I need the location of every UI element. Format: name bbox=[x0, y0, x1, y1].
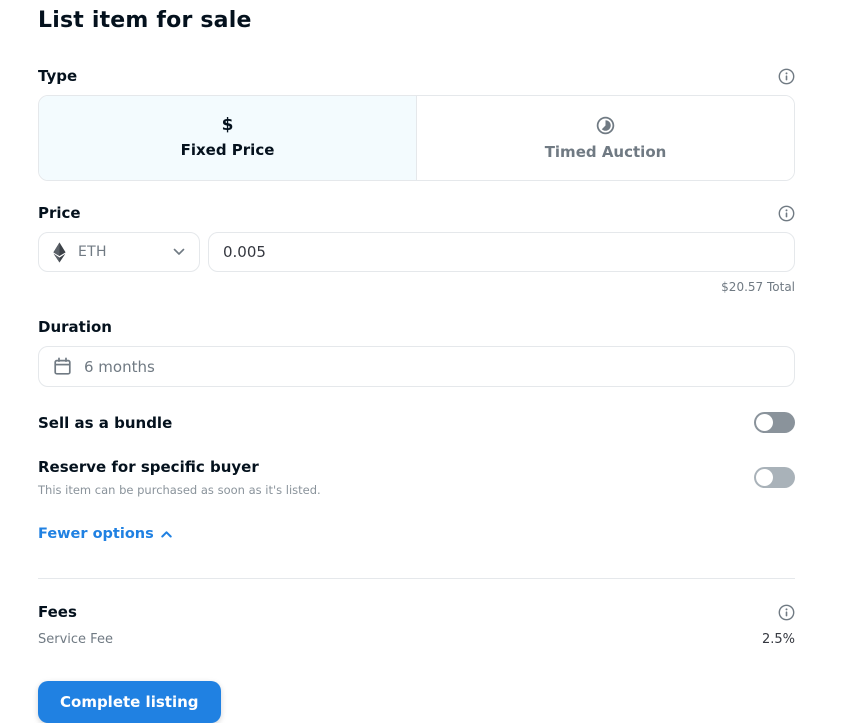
price-info-icon[interactable] bbox=[778, 205, 795, 222]
price-amount-input[interactable] bbox=[208, 232, 795, 272]
duration-label: Duration bbox=[38, 318, 112, 336]
bundle-toggle[interactable] bbox=[754, 412, 795, 433]
price-label: Price bbox=[38, 204, 81, 222]
reserve-toggle-row: Reserve for specific buyer This item can… bbox=[38, 458, 795, 497]
currency-value: ETH bbox=[78, 244, 107, 260]
reserve-toggle[interactable] bbox=[754, 467, 795, 488]
dollar-icon: $ bbox=[221, 115, 234, 135]
type-option-fixed-price[interactable]: $ Fixed Price bbox=[39, 96, 417, 180]
chevron-up-icon bbox=[161, 530, 172, 538]
price-total: $20.57 Total bbox=[721, 280, 795, 294]
type-info-icon[interactable] bbox=[778, 68, 795, 85]
toggle-knob bbox=[756, 469, 773, 486]
timelapse-icon bbox=[595, 115, 616, 136]
section-divider bbox=[38, 578, 795, 579]
reserve-description: This item can be purchased as soon as it… bbox=[38, 483, 321, 497]
price-row: ETH bbox=[38, 232, 795, 272]
type-label-row: Type bbox=[38, 67, 795, 85]
reserve-text-block: Reserve for specific buyer This item can… bbox=[38, 458, 321, 497]
fee-value: 2.5% bbox=[761, 632, 795, 647]
type-option-timed-auction[interactable]: Timed Auction bbox=[417, 96, 794, 180]
type-option-label: Timed Auction bbox=[544, 143, 667, 161]
reserve-label: Reserve for specific buyer bbox=[38, 458, 259, 476]
page-title: List item for sale bbox=[38, 8, 252, 33]
calendar-icon bbox=[53, 357, 72, 376]
duration-value: 6 months bbox=[84, 357, 155, 376]
type-option-label: Fixed Price bbox=[180, 141, 275, 159]
fees-info-icon[interactable] bbox=[778, 604, 795, 621]
list-item-form: List item for sale Type $ Fixed Price Ti… bbox=[0, 0, 850, 723]
toggle-knob bbox=[756, 414, 773, 431]
service-fee-row: Service Fee 2.5% bbox=[38, 632, 795, 647]
eth-icon bbox=[53, 242, 66, 263]
price-label-row: Price bbox=[38, 204, 795, 222]
fee-name: Service Fee bbox=[38, 632, 113, 647]
fees-label: Fees bbox=[38, 603, 77, 621]
chevron-down-icon bbox=[173, 248, 185, 256]
fees-header: Fees bbox=[38, 603, 795, 621]
complete-listing-button[interactable]: Complete listing bbox=[38, 681, 221, 723]
type-option-group: $ Fixed Price Timed Auction bbox=[38, 95, 795, 181]
currency-select[interactable]: ETH bbox=[38, 232, 200, 272]
bundle-label: Sell as a bundle bbox=[38, 413, 173, 432]
duration-select[interactable]: 6 months bbox=[38, 346, 795, 387]
fewer-options-link[interactable]: Fewer options bbox=[38, 526, 172, 542]
type-label: Type bbox=[38, 67, 78, 85]
bundle-toggle-row: Sell as a bundle bbox=[38, 412, 795, 433]
fewer-options-label: Fewer options bbox=[38, 526, 154, 542]
duration-label-row: Duration bbox=[38, 318, 795, 336]
